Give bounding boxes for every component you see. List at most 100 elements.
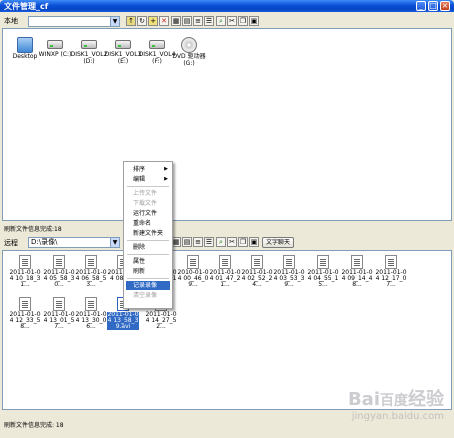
local-file-pane[interactable]: Desktop WINXP (C:) DISK1_VOL2 (D:) DISK1… — [2, 28, 452, 221]
drive-label: Desktop — [12, 53, 38, 60]
desktop-icon — [17, 37, 33, 53]
context-menu-item[interactable]: 属性 — [126, 257, 170, 266]
file-name: 2011-01-04 14_27_52... — [145, 311, 177, 330]
drive-icon — [45, 37, 65, 51]
menu-item-label: 排序 — [133, 166, 146, 173]
file-item[interactable]: 2011-01-04 06_58_53... — [75, 255, 107, 288]
context-menu-item[interactable]: 清空录像 — [126, 291, 170, 300]
menu-item-label: 新建文件夹 — [133, 230, 164, 237]
video-file-icon — [19, 297, 31, 311]
search-icon[interactable]: ⌕ — [216, 237, 226, 247]
remote-path-combo[interactable]: D:\录像\ ▼ — [28, 237, 120, 248]
context-menu-item[interactable]: 上传文件 — [126, 189, 170, 198]
cut-icon[interactable]: ✂ — [227, 237, 237, 247]
paste-icon[interactable]: ▣ — [249, 16, 259, 26]
file-name: 2011-01-04 05_58_30... — [43, 269, 75, 288]
file-name: 2011-01-04 01_47_21... — [209, 269, 241, 288]
file-name: 2011-01-04 13_01_57... — [43, 311, 75, 330]
view-small-icon[interactable]: ▤ — [182, 237, 192, 247]
title-bar: 文件管理_cf _ □ × — [0, 0, 454, 12]
video-file-icon — [251, 255, 263, 269]
context-menu: 排序 ▶ 编辑 ▶ 上传文件下载文件运行文件重命名新建文件夹删除属性刷新记录录像清空录像 — [123, 161, 173, 309]
search-icon[interactable]: ⌕ — [216, 16, 226, 26]
view-list-icon[interactable]: ≡ — [193, 16, 203, 26]
local-path-combo[interactable]: ▼ — [28, 16, 120, 27]
file-item[interactable]: 2011-01-04 13_01_57... — [43, 297, 75, 330]
menu-item-label: 清空录像 — [133, 292, 158, 299]
cut-icon[interactable]: ✂ — [227, 16, 237, 26]
window-title: 文件管理_cf — [4, 2, 49, 11]
file-item[interactable]: 2011-01-04 10_18_31... — [9, 255, 41, 288]
view-detail-icon[interactable]: ☰ — [204, 16, 214, 26]
view-list-icon[interactable]: ≡ — [193, 237, 203, 247]
delete-icon[interactable]: ✕ — [159, 16, 169, 26]
context-menu-item[interactable]: 运行文件 — [126, 209, 170, 218]
submenu-arrow-icon: ▶ — [164, 176, 168, 182]
chevron-down-icon[interactable]: ▼ — [110, 238, 119, 247]
video-file-icon — [317, 255, 329, 269]
file-name: 2011-01-04 04_55_15... — [307, 269, 339, 288]
file-item[interactable]: 2011-01-04 03_53_39... — [273, 255, 305, 288]
new-folder-icon[interactable]: + — [148, 16, 158, 26]
video-file-icon — [19, 255, 31, 269]
file-item[interactable]: 2011-01-04 12_17_07... — [375, 255, 407, 288]
file-item[interactable]: 2011-01-04 04_55_15... — [307, 255, 339, 288]
view-large-icon[interactable]: ▦ — [171, 16, 181, 26]
local-label: 本地 — [4, 17, 18, 25]
close-button[interactable]: × — [440, 1, 450, 11]
context-menu-item[interactable]: 记录录像 — [126, 281, 170, 290]
video-file-icon — [351, 255, 363, 269]
view-small-icon[interactable]: ▤ — [182, 16, 192, 26]
file-name: 2011-01-04 02_52_24... — [241, 269, 273, 288]
paste-icon[interactable]: ▣ — [249, 237, 259, 247]
context-menu-item[interactable]: 排序 ▶ — [126, 165, 170, 174]
file-item[interactable]: 2011-01-04 09_14_48... — [341, 255, 373, 288]
chevron-down-icon[interactable]: ▼ — [110, 17, 119, 26]
context-menu-item[interactable]: 新建文件夹 — [126, 229, 170, 238]
minimize-button[interactable]: _ — [416, 1, 426, 11]
copy-icon[interactable]: ❐ — [238, 237, 248, 247]
drive-label: DVD 驱动器 (G:) — [172, 53, 206, 67]
file-item[interactable]: 2011-01-04 02_52_24... — [241, 255, 273, 288]
maximize-button[interactable]: □ — [428, 1, 438, 11]
file-item[interactable]: 2011-01-04 01_47_21... — [209, 255, 241, 288]
file-item[interactable]: 2011-01-04 13_30_06... — [75, 297, 107, 330]
context-menu-item[interactable]: 删除 — [126, 243, 170, 252]
menu-item-label: 下载文件 — [133, 200, 158, 207]
video-file-icon — [187, 255, 199, 269]
video-file-icon — [85, 297, 97, 311]
file-name: 2011-01-04 03_53_39... — [273, 269, 305, 288]
video-file-icon — [53, 297, 65, 311]
folder-up-icon[interactable]: ↑ — [126, 16, 136, 26]
file-item[interactable]: 2010-01-04 00_46_09... — [177, 255, 209, 288]
context-menu-item[interactable]: 重命名 — [126, 219, 170, 228]
remote-label: 远程 — [4, 239, 18, 247]
video-file-icon — [85, 255, 97, 269]
file-name: 2011-01-04 06_58_53... — [75, 269, 107, 288]
file-item[interactable]: 2011-01-04 05_58_30... — [43, 255, 75, 288]
text-chat-button[interactable]: 文字聊天 — [262, 237, 294, 248]
video-file-icon — [283, 255, 295, 269]
view-detail-icon[interactable]: ☰ — [204, 237, 214, 247]
file-name: 2011-01-04 09_14_48... — [341, 269, 373, 288]
menu-separator — [127, 186, 169, 187]
context-menu-item[interactable]: 刷新 — [126, 267, 170, 276]
drive-icon — [113, 37, 133, 51]
menu-separator — [127, 278, 169, 279]
drive-icon — [147, 37, 167, 51]
menu-item-label: 编辑 — [133, 176, 146, 183]
drive-item[interactable]: DVD 驱动器 (G:) — [169, 37, 209, 67]
refresh-icon[interactable]: ↻ — [137, 16, 147, 26]
remote-status-top: 刷新文件信息完成:18 — [4, 226, 62, 233]
context-menu-item[interactable]: 编辑 ▶ — [126, 175, 170, 184]
submenu-arrow-icon: ▶ — [164, 166, 168, 172]
remote-path-value: D:\录像\ — [31, 238, 58, 246]
copy-icon[interactable]: ❐ — [238, 16, 248, 26]
file-name: 2011-01-04 12_17_07... — [375, 269, 407, 288]
file-item[interactable]: 2011-01-04 12_33_58... — [9, 297, 41, 330]
menu-item-label: 运行文件 — [133, 210, 158, 217]
menu-separator — [127, 254, 169, 255]
menu-item-label: 属性 — [133, 258, 146, 265]
file-name: 2011-01-04 13_30_06... — [75, 311, 107, 330]
context-menu-item[interactable]: 下载文件 — [126, 199, 170, 208]
